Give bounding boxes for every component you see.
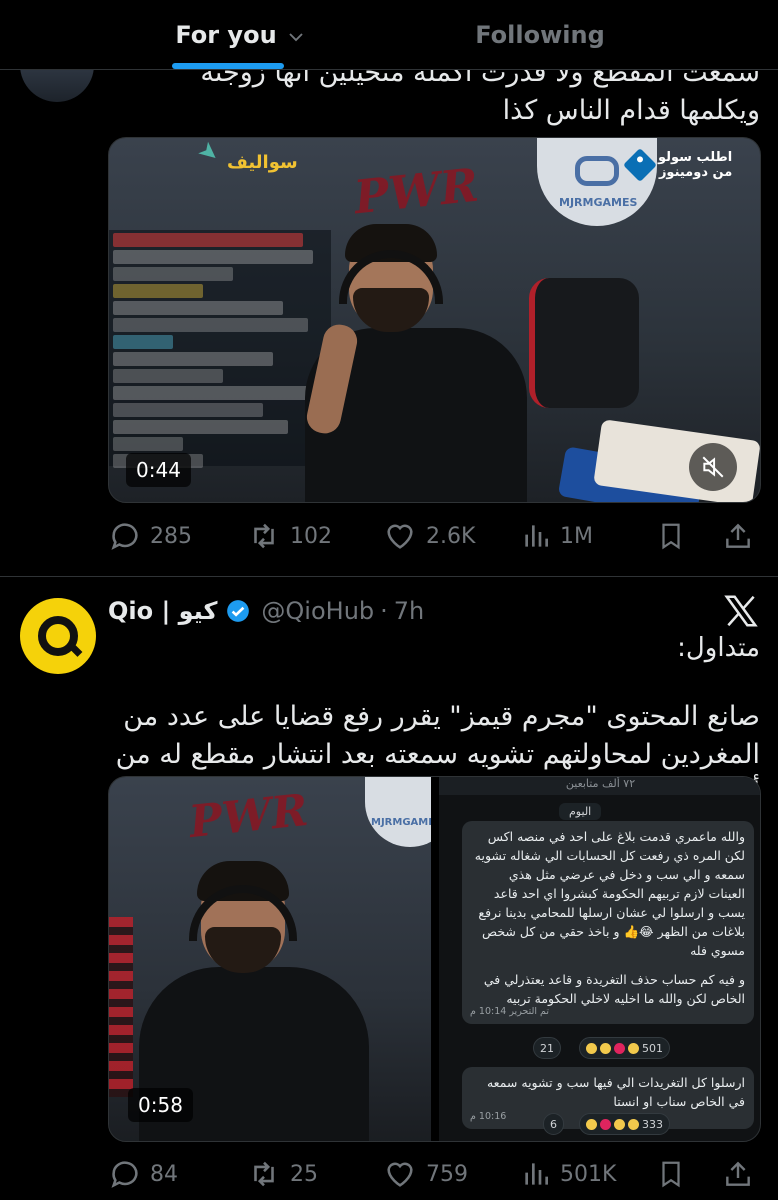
chevron-down-icon[interactable] xyxy=(287,28,305,46)
tweet-divider xyxy=(0,576,778,577)
message-time: تم التحرير 10:14 م xyxy=(470,1006,549,1017)
tweet-label: متداول: xyxy=(677,633,760,663)
mute-button[interactable] xyxy=(689,443,737,491)
tweet-header: Qio | كيو @QioHub · 7h xyxy=(108,594,424,628)
bookmark-icon xyxy=(662,1161,680,1188)
heart-icon xyxy=(387,1162,413,1187)
author-handle[interactable]: @QioHub xyxy=(261,597,374,625)
tweet-video[interactable]: PWR MJRMGAMES ٧٢ ألف متابعين اليوم والله… xyxy=(108,776,761,1142)
wall-logo-text: MJRMGAMES xyxy=(559,196,638,209)
avatar[interactable] xyxy=(20,598,96,674)
x-logo-icon xyxy=(724,595,758,627)
analytics-icon xyxy=(525,1163,548,1185)
active-tab-indicator xyxy=(172,63,284,69)
share-icon xyxy=(726,1161,750,1186)
reply-count: 285 xyxy=(150,523,192,549)
meta-separator: · xyxy=(380,597,388,625)
reply-icon xyxy=(111,523,138,550)
share-button[interactable] xyxy=(722,1154,762,1194)
video-duration: 0:44 xyxy=(126,453,191,487)
bookmark-icon xyxy=(662,523,680,550)
heart-icon xyxy=(387,524,413,549)
share-icon xyxy=(726,523,750,548)
bookmark-button[interactable] xyxy=(656,1154,694,1194)
tab-following[interactable]: Following xyxy=(420,0,660,70)
video-duration: 0:58 xyxy=(128,1088,193,1122)
tab-following-label: Following xyxy=(475,21,605,49)
wall-logo: MJRMGAMES xyxy=(365,777,431,847)
wall-logo-text: MJRMGAMES xyxy=(371,817,431,828)
reaction-count: 333 xyxy=(642,1117,663,1131)
message-reactions: 501 xyxy=(579,1037,670,1059)
analytics-icon xyxy=(525,525,548,547)
stream-chat-overlay xyxy=(109,230,331,468)
reply-icon xyxy=(111,1161,138,1188)
message-text: ارسلوا كل التغريدات الي فيها سب و تشويه … xyxy=(486,1075,745,1109)
timeline-tabs: For you Following xyxy=(0,0,778,70)
chat-header: ٧٢ ألف متابعين xyxy=(439,777,760,795)
message-time: 10:16 م xyxy=(470,1111,507,1122)
verified-badge-icon xyxy=(227,600,250,622)
retweet-count: 25 xyxy=(290,1161,318,1187)
retweet-button[interactable]: 25 xyxy=(246,1154,318,1194)
reaction-count: 501 xyxy=(642,1041,663,1055)
sponsor-line-2: من دومينوز xyxy=(658,165,733,180)
gamepad-icon xyxy=(575,156,619,186)
speaker-muted-icon xyxy=(702,456,724,478)
stream-brand: سواليف xyxy=(227,152,298,173)
neon-sign: PWR xyxy=(186,784,311,849)
reply-count: 84 xyxy=(150,1161,178,1187)
like-button[interactable]: 759 xyxy=(382,1154,468,1194)
views-button[interactable]: 501K xyxy=(520,1154,616,1194)
reply-button[interactable]: 285 xyxy=(108,516,192,556)
dominos-logo-icon xyxy=(623,148,657,182)
view-count: 1M xyxy=(560,523,593,549)
view-count: 501K xyxy=(560,1161,617,1187)
retweet-button[interactable]: 102 xyxy=(246,516,332,556)
message-text: والله ماعمري قدمت بلاغ على احد في منصه ا… xyxy=(474,829,745,958)
gaming-chair xyxy=(529,278,639,408)
sponsor-badge: اطلب سولو من دومينوز xyxy=(623,144,752,186)
retweet-icon xyxy=(254,1161,274,1187)
views-button[interactable]: 1M xyxy=(520,516,593,556)
like-count: 2.6K xyxy=(426,523,476,549)
tweet-video[interactable]: PWR MJRMGAMES ➤ سواليف اطلب سولو من دومي… xyxy=(108,137,761,503)
message-reactions-extra: 21 xyxy=(533,1037,561,1059)
chat-day-label: اليوم xyxy=(559,803,602,820)
sponsor-line-1: اطلب سولو xyxy=(658,150,733,165)
tweet-time[interactable]: 7h xyxy=(394,597,424,625)
chat-message: والله ماعمري قدمت بلاغ على احد في منصه ا… xyxy=(462,821,754,1024)
reaction-count-extra: 6 xyxy=(550,1117,557,1131)
like-count: 759 xyxy=(426,1161,468,1187)
tweet-actions: 84 25 759 501K xyxy=(108,1154,764,1194)
message-reactions-extra: 6 xyxy=(543,1113,564,1135)
message-reactions: 333 xyxy=(579,1113,670,1135)
bookmark-button[interactable] xyxy=(656,516,694,556)
reaction-count-extra: 21 xyxy=(540,1041,554,1055)
retweet-count: 102 xyxy=(290,523,332,549)
like-button[interactable]: 2.6K xyxy=(382,516,475,556)
reply-button[interactable]: 84 xyxy=(108,1154,178,1194)
author-name[interactable]: Qio | كيو xyxy=(108,597,217,625)
tweet-actions: 285 102 2.6K 1M xyxy=(108,516,764,556)
retweet-icon xyxy=(254,523,274,549)
share-button[interactable] xyxy=(722,516,762,556)
tab-for-you-label: For you xyxy=(175,21,277,49)
chat-screenshot: ٧٢ ألف متابعين اليوم والله ماعمري قدمت ب… xyxy=(439,777,760,1141)
tab-for-you[interactable]: For you xyxy=(120,0,360,70)
qio-logo-icon xyxy=(38,616,78,656)
chat-overlay-strip xyxy=(109,917,133,1097)
streamer xyxy=(303,224,545,502)
